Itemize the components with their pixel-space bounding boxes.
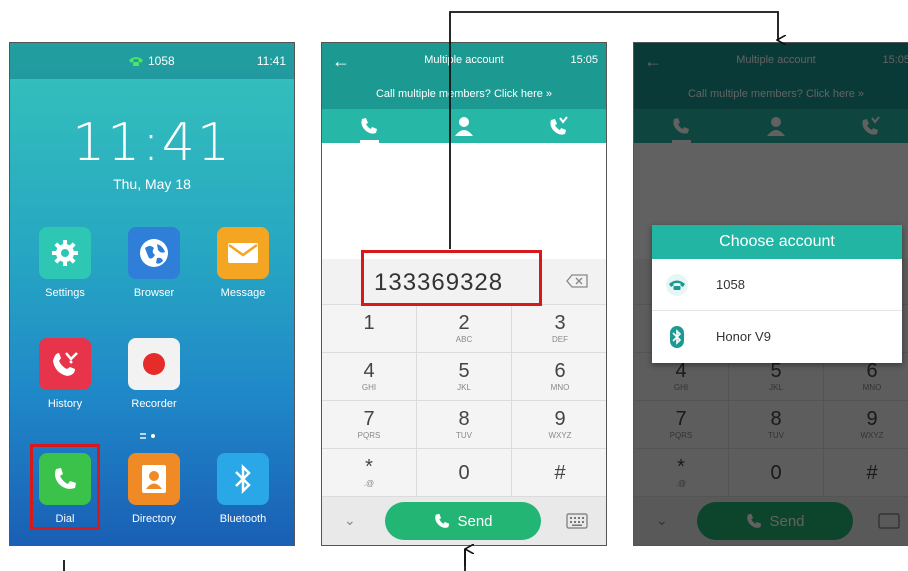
arrow-number-to-account	[449, 11, 778, 249]
flow-arrows	[63, 11, 908, 571]
arrow-dial-to-send	[63, 549, 466, 571]
